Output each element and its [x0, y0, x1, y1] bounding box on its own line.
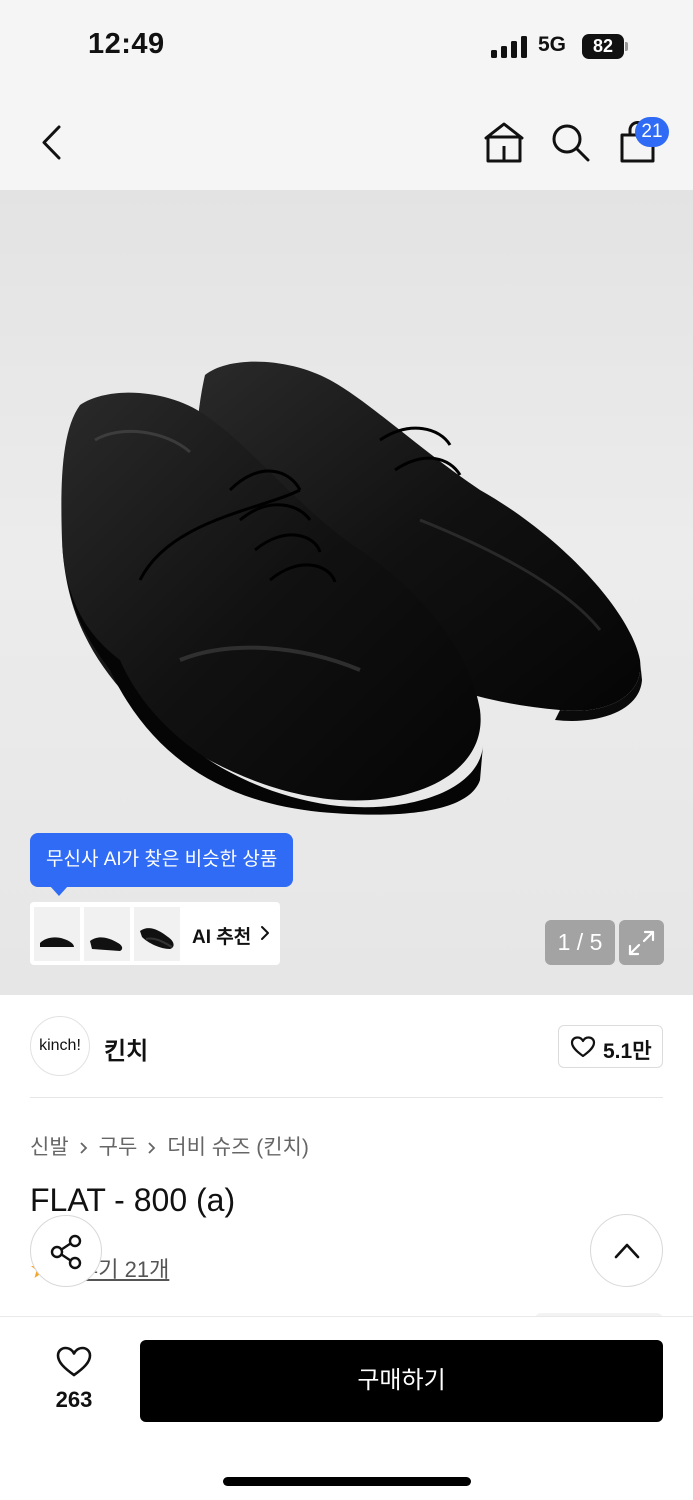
battery-level: 82 — [582, 34, 624, 59]
breadcrumb-item[interactable]: 구두 — [99, 1136, 138, 1159]
home-icon — [484, 122, 524, 163]
search-button[interactable] — [548, 120, 593, 165]
cart-badge: 21 — [635, 117, 669, 147]
ai-thumbnail[interactable] — [34, 907, 80, 961]
wish-button[interactable]: 263 — [40, 1345, 108, 1421]
ai-recommend-strip[interactable]: AI 추천 — [30, 902, 280, 965]
expand-icon — [628, 930, 655, 956]
chevron-up-icon — [614, 1243, 640, 1259]
breadcrumb-item[interactable]: 신발 — [30, 1136, 69, 1159]
ai-recommend-label: AI 추천 — [192, 927, 252, 948]
image-counter: 1 / 5 — [545, 920, 615, 965]
battery-icon: 82 — [582, 34, 628, 59]
back-button[interactable] — [30, 120, 75, 165]
wish-count: 263 — [55, 1387, 93, 1412]
expand-button[interactable] — [619, 920, 664, 965]
home-button[interactable] — [480, 120, 528, 165]
chevron-right-icon — [148, 1142, 156, 1155]
share-icon — [50, 1234, 82, 1270]
brand-like-count: 5.1만 — [603, 1040, 652, 1063]
network-label: 5G — [538, 33, 567, 56]
status-bar: 12:49 5G 82 — [0, 0, 693, 95]
breadcrumb: 신발 구두 더비 슈즈 (킨치) — [30, 1131, 309, 1161]
ai-tooltip: 무신사 AI가 찾은 비슷한 상품 — [30, 833, 294, 887]
chevron-left-icon — [42, 125, 61, 160]
divider — [30, 1097, 663, 1098]
home-indicator — [223, 1477, 471, 1486]
signal-icon — [491, 36, 529, 58]
brand-name[interactable]: 킨치 — [104, 1031, 148, 1066]
ai-tooltip-tail — [50, 886, 68, 896]
bottom-bar: 263 구매하기 — [0, 1316, 693, 1500]
chevron-right-icon — [80, 1142, 87, 1155]
product-image[interactable]: 무신사 AI가 찾은 비슷한 상품 AI 추천 1 / 5 — [0, 190, 693, 995]
status-time: 12:49 — [88, 28, 165, 60]
heart-icon — [56, 1346, 92, 1377]
breadcrumb-item[interactable]: 더비 슈즈 (킨치) — [167, 1136, 309, 1159]
heart-icon — [570, 1036, 596, 1058]
top-nav — [0, 95, 693, 190]
product-title: FLAT - 800 (a) — [30, 1182, 236, 1218]
brand-like-button[interactable]: 5.1만 — [558, 1025, 663, 1068]
buy-button[interactable]: 구매하기 — [140, 1340, 663, 1422]
search-icon — [552, 124, 590, 162]
brand-logo[interactable]: kinch! — [30, 1016, 90, 1076]
share-button[interactable] — [30, 1215, 102, 1287]
ai-thumbnail[interactable] — [134, 907, 180, 961]
scroll-top-button[interactable] — [590, 1214, 663, 1287]
ai-thumbnail[interactable] — [84, 907, 130, 961]
chevron-right-icon — [261, 926, 269, 940]
brand-row[interactable]: kinch! 킨치 5.1만 — [0, 995, 693, 1098]
